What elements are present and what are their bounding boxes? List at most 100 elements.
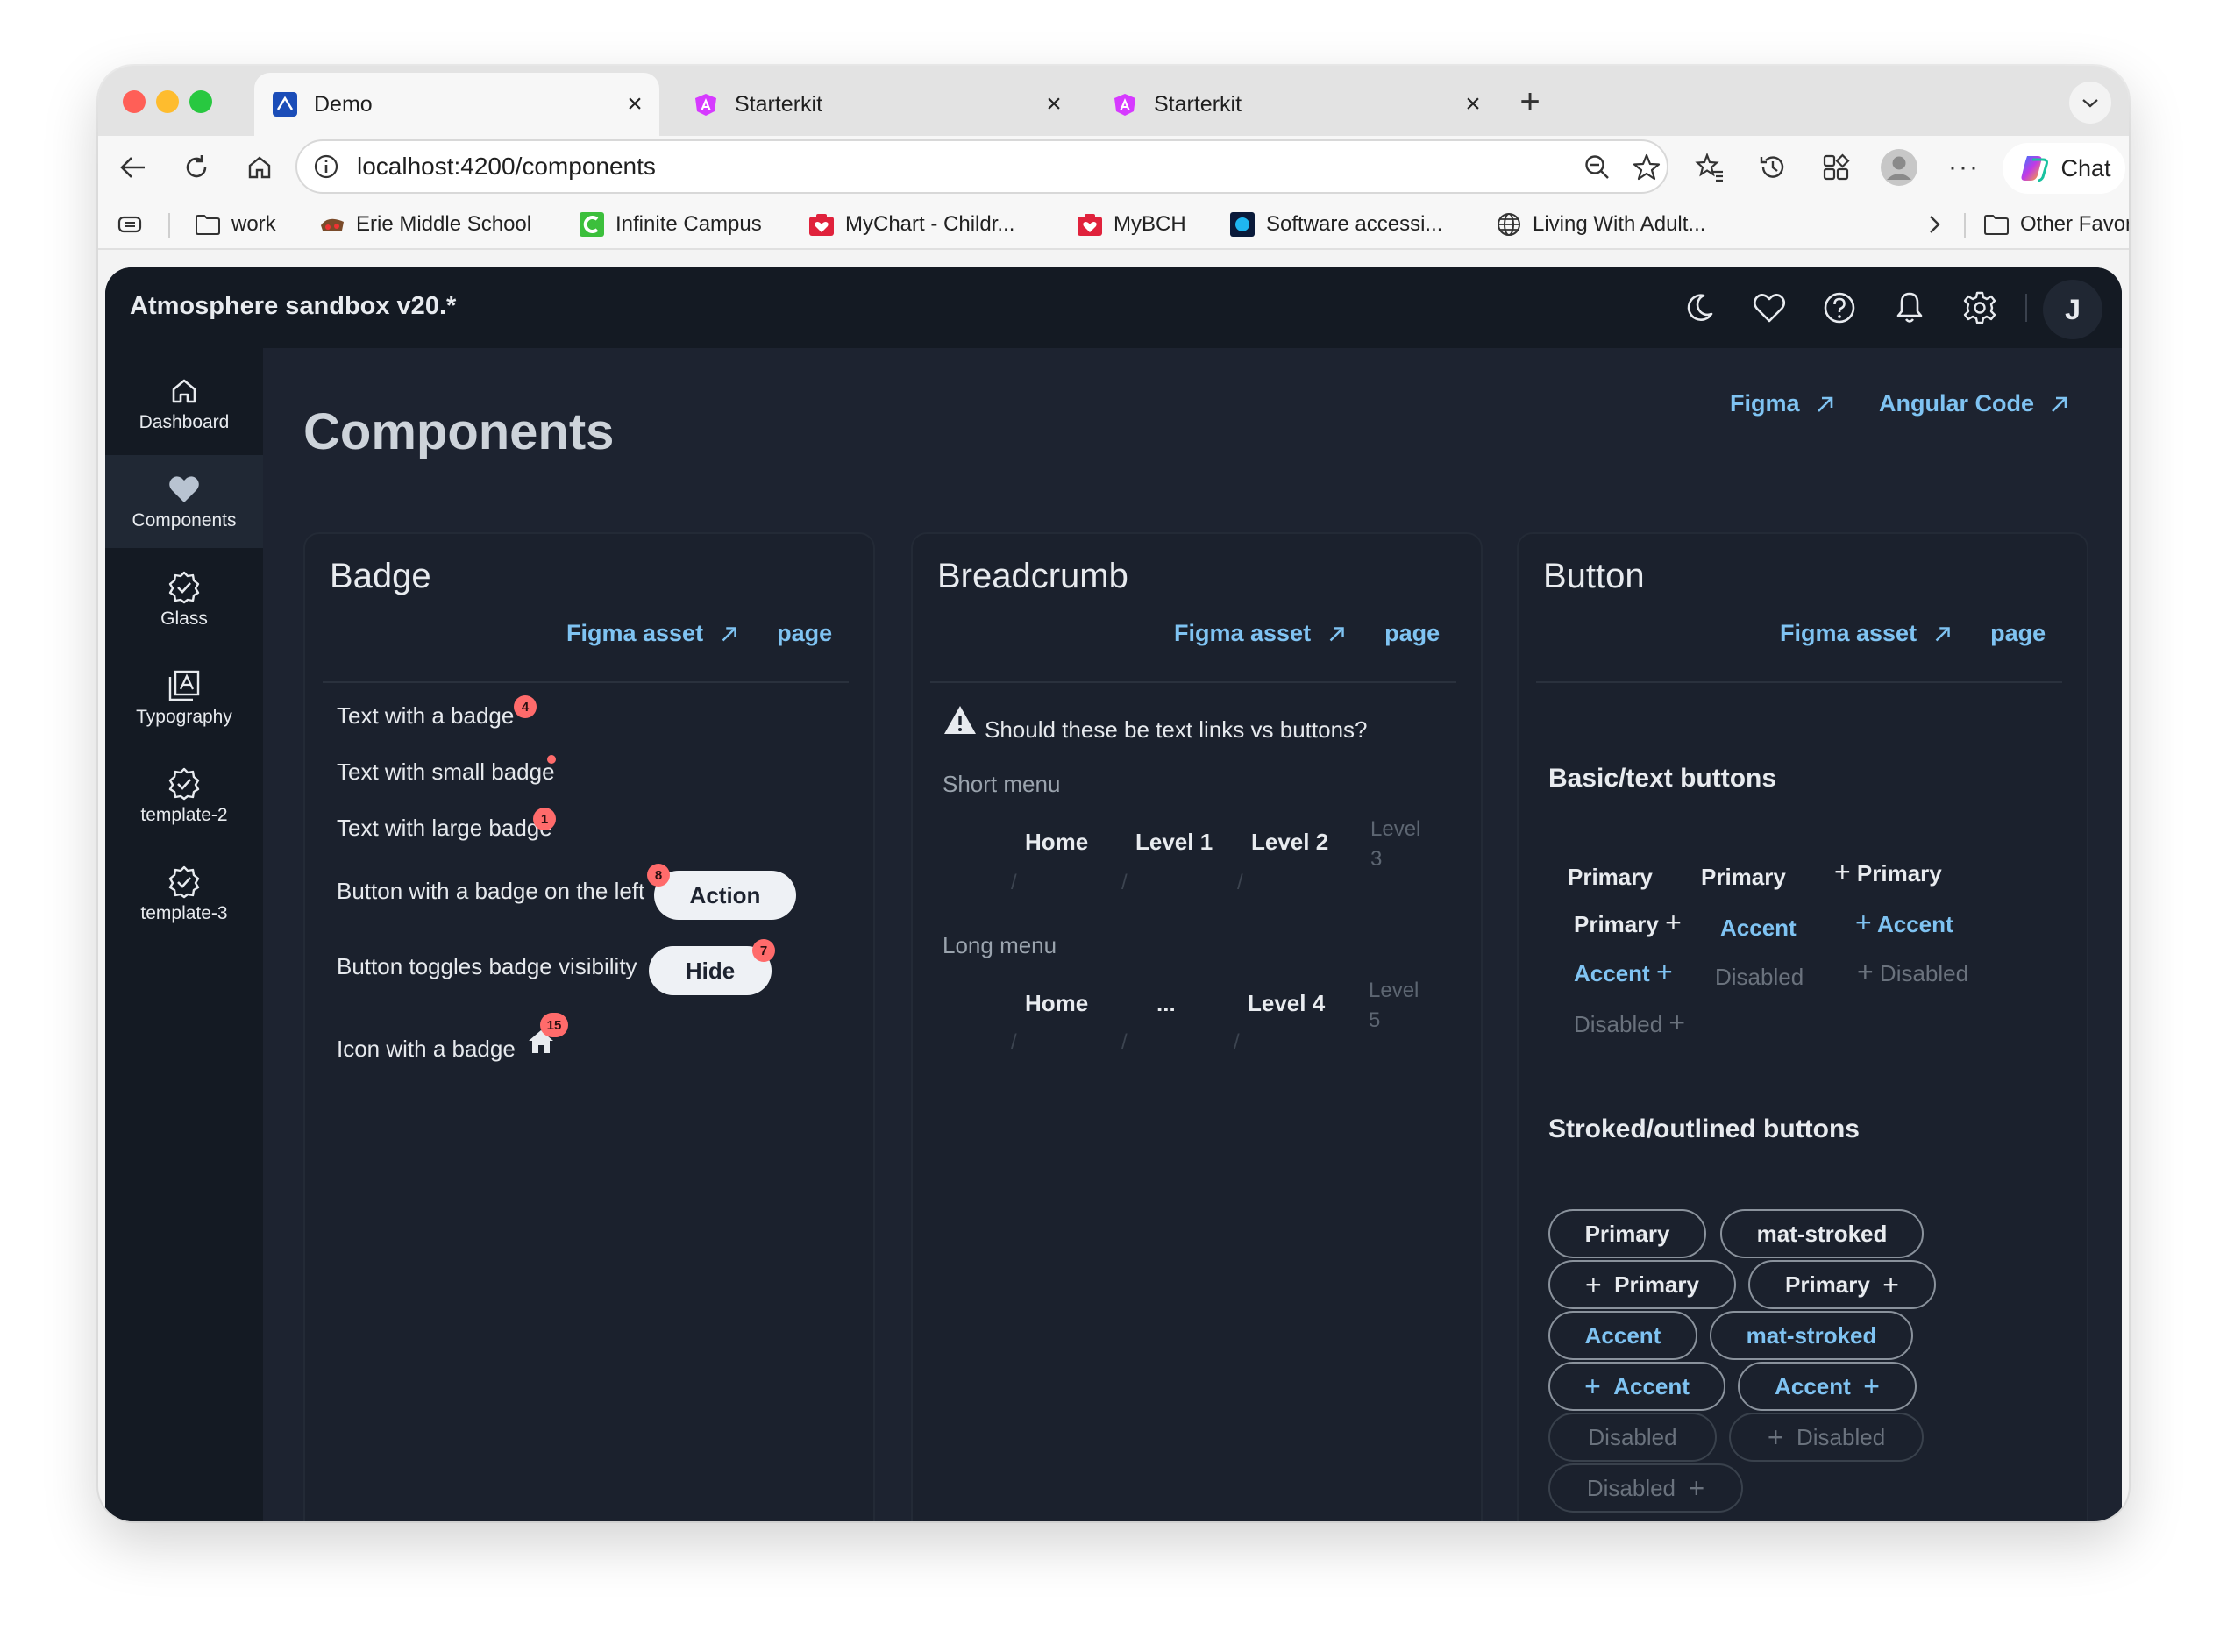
breadcrumb-ellipsis[interactable]: ... xyxy=(1156,990,1176,1017)
home-button[interactable] xyxy=(238,146,281,189)
typography-icon xyxy=(167,668,202,703)
close-tab-icon[interactable]: × xyxy=(619,89,651,120)
breadcrumb-home[interactable]: Home xyxy=(1025,990,1088,1017)
mat-stroked-button[interactable]: mat-stroked xyxy=(1720,1209,1924,1258)
reading-list-icon[interactable] xyxy=(117,199,144,250)
new-tab-button[interactable]: + xyxy=(1510,82,1550,122)
accent-stroked-button-icon-left[interactable]: + Accent xyxy=(1548,1362,1725,1411)
figma-asset-link[interactable]: Figma asset xyxy=(1174,620,1311,647)
breadcrumb-level-1[interactable]: Level 1 xyxy=(1135,829,1213,856)
close-tab-icon[interactable]: × xyxy=(1038,89,1070,120)
figma-asset-link[interactable]: Figma asset xyxy=(1780,620,1917,647)
disabled-text-button[interactable]: Disabled xyxy=(1715,964,1804,991)
sidebar-item-glass[interactable]: Glass xyxy=(105,553,263,646)
primary-stroked-button-icon-right[interactable]: Primary + xyxy=(1748,1260,1936,1309)
tab-demo[interactable]: Demo × xyxy=(254,73,659,136)
warning-icon xyxy=(943,704,978,739)
primary-text-button-icon-right[interactable]: Primary + xyxy=(1574,908,1682,938)
disabled-stroked-button[interactable]: Disabled xyxy=(1548,1413,1717,1462)
breadcrumb-level-2[interactable]: Level 2 xyxy=(1251,829,1328,856)
primary-text-button[interactable]: Primary xyxy=(1701,864,1786,891)
breadcrumb-current: Level 5 xyxy=(1369,976,1419,1036)
disabled-stroked-button-icon-left[interactable]: + Disabled xyxy=(1729,1413,1924,1462)
tab-starterkit-1[interactable]: Starterkit × xyxy=(675,73,1078,136)
mat-stroked-accent-button[interactable]: mat-stroked xyxy=(1710,1311,1913,1360)
plus-icon: + xyxy=(1585,1269,1602,1300)
notifications-button[interactable] xyxy=(1889,287,1931,329)
favorites-button[interactable] xyxy=(1690,148,1729,187)
breadcrumb-separator: / xyxy=(1011,871,1017,894)
chevron-down-icon xyxy=(2082,99,2098,108)
plus-icon: + xyxy=(1668,1007,1686,1038)
accent-stroked-button-icon-right[interactable]: Accent + xyxy=(1738,1362,1917,1411)
bookmark-work[interactable]: work xyxy=(195,199,276,250)
icon-with-badge-label: Icon with a badge xyxy=(337,1036,516,1062)
figma-link[interactable]: Figma xyxy=(1730,390,1839,417)
user-avatar[interactable]: J xyxy=(2043,280,2102,339)
other-favorites-folder[interactable]: Other Favorites xyxy=(1983,199,2129,250)
disabled-text-button-icon-right[interactable]: Disabled + xyxy=(1574,1007,1686,1038)
bookmark-mybch[interactable]: MyBCH xyxy=(1077,199,1186,250)
reload-button[interactable] xyxy=(175,146,217,189)
breadcrumb-level-4[interactable]: Level 4 xyxy=(1248,990,1325,1017)
chat-button[interactable]: Chat xyxy=(2003,143,2125,194)
accent-text-button[interactable]: Accent xyxy=(1720,915,1797,942)
favorites-bar: work Erie Middle School Infinite Campus … xyxy=(98,199,2129,250)
sidebar-item-template-3[interactable]: template-3 xyxy=(105,848,263,941)
primary-stroked-button-icon-left[interactable]: + Primary xyxy=(1548,1260,1736,1309)
close-window-button[interactable] xyxy=(123,90,146,113)
accent-text-button-icon-right[interactable]: Accent + xyxy=(1574,958,1673,987)
accent-stroked-button[interactable]: Accent xyxy=(1548,1311,1697,1360)
favorite-button[interactable] xyxy=(1627,148,1666,187)
other-favorites-label: Other Favorites xyxy=(2020,212,2129,236)
more-menu-icon[interactable]: ··· xyxy=(1943,146,1985,189)
back-button[interactable] xyxy=(112,146,154,189)
zoom-button[interactable] xyxy=(1578,148,1617,187)
globe-icon xyxy=(1496,211,1522,238)
tab-starterkit-2[interactable]: Starterkit × xyxy=(1094,73,1498,136)
angular-code-link[interactable]: Angular Code xyxy=(1879,390,2073,417)
minimize-window-button[interactable] xyxy=(156,90,179,113)
sidebar-item-dashboard[interactable]: Dashboard xyxy=(105,357,263,450)
primary-text-button[interactable]: Primary xyxy=(1568,864,1653,891)
sidebar-item-template-2[interactable]: template-2 xyxy=(105,750,263,843)
bookmark-living-with-adult[interactable]: Living With Adult... xyxy=(1496,199,1705,250)
favorites-heart-button[interactable] xyxy=(1748,287,1790,329)
tab-list-button[interactable] xyxy=(2069,82,2111,124)
bookmark-mychart[interactable]: MyChart - Childr... xyxy=(808,199,1014,250)
bookmark-software-accessibility[interactable]: Software accessi... xyxy=(1229,199,1442,250)
page-link[interactable]: page xyxy=(777,620,832,647)
address-bar[interactable]: localhost:4200/components xyxy=(295,139,1668,194)
page-link[interactable]: page xyxy=(1384,620,1440,647)
action-button[interactable]: Action xyxy=(654,871,796,920)
figma-asset-link[interactable]: Figma asset xyxy=(566,620,703,647)
bookmark-erie-middle-school[interactable]: Erie Middle School xyxy=(319,199,531,250)
site-info-icon[interactable] xyxy=(311,152,341,182)
sidebar-item-typography[interactable]: Typography xyxy=(105,652,263,744)
plus-icon: + xyxy=(1767,1421,1784,1453)
button-badge-left-label: Button with a badge on the left xyxy=(337,878,645,904)
breadcrumb-current-number: 5 xyxy=(1369,1008,1381,1032)
settings-button[interactable] xyxy=(1959,287,2001,329)
breadcrumb-home[interactable]: Home xyxy=(1025,829,1088,856)
page-link[interactable]: page xyxy=(1990,620,2046,647)
angular-favicon-icon xyxy=(693,91,719,117)
history-button[interactable] xyxy=(1754,148,1792,187)
count-badge: 7 xyxy=(752,939,775,962)
theme-toggle-button[interactable] xyxy=(1678,287,1720,329)
disabled-stroked-button-icon-right[interactable]: Disabled + xyxy=(1548,1463,1743,1513)
breadcrumb-separator: / xyxy=(1234,1030,1240,1054)
collections-button[interactable] xyxy=(1817,148,1855,187)
primary-stroked-button[interactable]: Primary xyxy=(1548,1209,1706,1258)
help-button[interactable] xyxy=(1818,287,1861,329)
more-bookmarks-button[interactable] xyxy=(1925,199,1943,250)
profile-button[interactable] xyxy=(1878,146,1920,189)
primary-text-button-icon-left[interactable]: + Primary xyxy=(1834,858,1942,887)
close-tab-icon[interactable]: × xyxy=(1457,89,1489,120)
disabled-text-button-icon-left[interactable]: + Disabled xyxy=(1857,958,1968,987)
maximize-window-button[interactable] xyxy=(189,90,212,113)
bookmark-infinite-campus[interactable]: Infinite Campus xyxy=(579,199,762,250)
accent-text-button-icon-left[interactable]: + Accent xyxy=(1855,908,1953,938)
copilot-icon xyxy=(2017,151,2052,186)
sidebar-item-components[interactable]: Components xyxy=(105,455,263,548)
